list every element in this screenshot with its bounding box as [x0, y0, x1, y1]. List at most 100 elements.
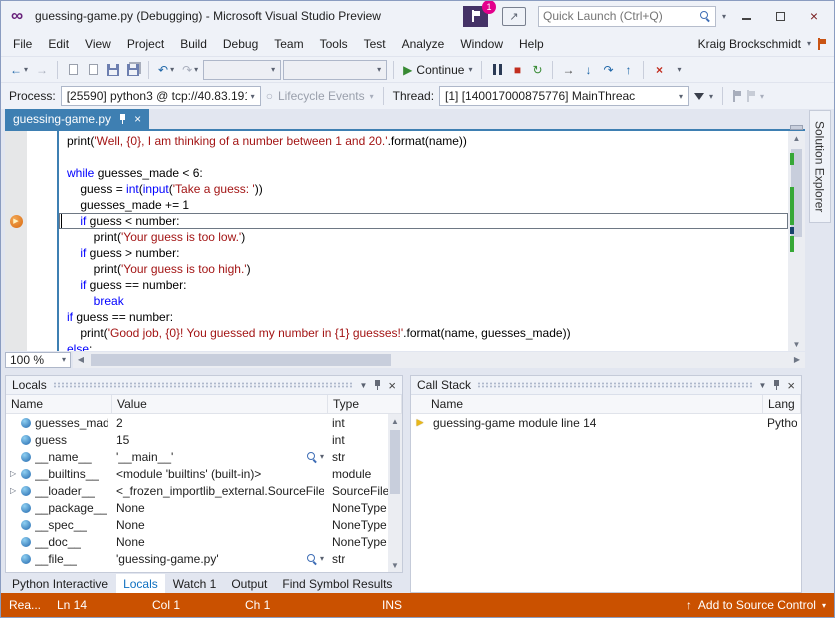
text-visualizer-magnifier-icon[interactable] — [306, 451, 318, 463]
code-line[interactable]: print('Your guess is too low.') — [59, 229, 788, 245]
undo-dropdown-icon[interactable]: ▾ — [170, 65, 174, 74]
new-file-button[interactable] — [64, 59, 82, 81]
scroll-down-icon[interactable]: ▼ — [788, 337, 805, 351]
scroll-left-icon[interactable]: ◀ — [73, 353, 89, 367]
menu-item-debug[interactable]: Debug — [215, 31, 266, 56]
menu-item-team[interactable]: Team — [266, 31, 311, 56]
scroll-right-icon[interactable]: ▶ — [789, 353, 805, 367]
show-next-statement-button[interactable]: → — [559, 59, 577, 81]
breakpoint-margin[interactable]: ▶ — [5, 131, 27, 351]
visualizer-dropdown-icon[interactable]: ▾ — [320, 554, 324, 563]
locals-row[interactable]: guesses_made2int — [6, 414, 402, 431]
menu-item-window[interactable]: Window — [452, 31, 511, 56]
thread-combo[interactable]: [1] [140017000875776] MainThreac ▾ — [439, 86, 689, 106]
menu-item-tools[interactable]: Tools — [312, 31, 356, 56]
editor-vertical-scrollbar[interactable]: ▲ ▼ — [788, 131, 805, 351]
maximize-button[interactable] — [766, 5, 794, 27]
step-over-button[interactable]: ↷ — [599, 59, 617, 81]
account-dropdown-icon[interactable]: ▾ — [807, 39, 811, 48]
panel-tab-find-symbol-results[interactable]: Find Symbol Results — [275, 574, 399, 593]
editor-horizontal-scrollbar[interactable]: ◀ ▶ — [73, 352, 805, 368]
code-area[interactable]: print('Well, {0}, I am thinking of a num… — [57, 131, 788, 351]
breakpoint-margin-cell[interactable] — [5, 181, 27, 197]
breakpoint-margin-cell[interactable] — [5, 245, 27, 261]
breakpoint-margin-cell[interactable] — [5, 229, 27, 245]
expander-icon[interactable]: ▷ — [10, 469, 21, 478]
call-stack-panel-header[interactable]: Call Stack ▼ × — [411, 376, 801, 395]
navigate-back-button[interactable]: ←▾ — [7, 59, 31, 81]
panel-splitter[interactable] — [403, 375, 410, 593]
breakpoint-margin-cell[interactable] — [5, 293, 27, 309]
locals-row[interactable]: __spec__NoneNoneType — [6, 516, 402, 533]
code-line[interactable]: print('Your guess is too high.') — [59, 261, 788, 277]
locals-grid-header[interactable]: Name Value Type — [6, 395, 402, 414]
breakpoint-margin-cell[interactable] — [5, 165, 27, 181]
code-line[interactable]: if guess == number: — [59, 309, 788, 325]
tab-guessing-game[interactable]: guessing-game.py × — [5, 109, 149, 129]
delete-all-breakpoints-button[interactable]: × — [650, 59, 668, 81]
menu-item-view[interactable]: View — [77, 31, 119, 56]
column-header-value[interactable]: Value — [112, 395, 328, 413]
break-all-button[interactable] — [488, 59, 506, 81]
save-button[interactable] — [104, 59, 122, 81]
save-all-button[interactable] — [124, 59, 142, 81]
menu-item-build[interactable]: Build — [172, 31, 215, 56]
horizontal-scroll-thumb[interactable] — [91, 354, 391, 366]
breakpoint-margin-cell[interactable] — [5, 309, 27, 325]
menu-item-project[interactable]: Project — [119, 31, 172, 56]
navigate-back-dropdown-icon[interactable]: ▾ — [24, 65, 28, 74]
close-button[interactable]: × — [800, 5, 828, 27]
visualizer-dropdown-icon[interactable]: ▾ — [320, 452, 324, 461]
continue-button[interactable]: ▶ Continue ▾ — [400, 59, 475, 81]
pin-panel-icon[interactable] — [772, 379, 781, 391]
locals-row[interactable]: __name__'__main__'▾str — [6, 448, 402, 465]
code-line[interactable]: guess = int(input('Take a guess: ')) — [59, 181, 788, 197]
code-line[interactable]: else: — [59, 341, 788, 351]
code-line[interactable]: if guess == number: — [59, 277, 788, 293]
toolbar-overflow-button[interactable]: ▾ — [670, 59, 688, 81]
editor-split-handle[interactable] — [790, 125, 803, 130]
quick-launch-box[interactable] — [538, 6, 716, 27]
window-position-icon[interactable]: ▼ — [359, 381, 367, 390]
configuration-combo[interactable]: ▾ — [203, 60, 281, 80]
locals-scroll-thumb[interactable] — [390, 430, 400, 494]
column-header-name[interactable]: Name — [6, 395, 112, 413]
menu-item-test[interactable]: Test — [356, 31, 394, 56]
locals-row[interactable]: __file__'guessing-game.py'▾str — [6, 550, 402, 567]
platform-combo[interactable]: ▾ — [283, 60, 387, 80]
title-bar[interactable]: ∞ guessing-game.py (Debugging) - Microso… — [1, 1, 834, 31]
filter-dropdown-icon[interactable]: ▾ — [709, 92, 713, 101]
breakpoint-margin-cell[interactable] — [5, 277, 27, 293]
code-line[interactable]: print('Well, {0}, I am thinking of a num… — [59, 133, 788, 149]
restart-button[interactable]: ↻ — [528, 59, 546, 81]
breakpoint-margin-cell[interactable] — [5, 149, 27, 165]
notification-hub-flag-icon[interactable] — [817, 38, 826, 50]
code-line[interactable]: if guess < number: — [59, 213, 788, 229]
procbar-overflow-icon[interactable]: ▾ — [760, 92, 764, 101]
locals-scroll-up-icon[interactable]: ▲ — [388, 414, 402, 428]
breakpoint-margin-cell[interactable] — [5, 197, 27, 213]
source-control-dropdown-icon[interactable]: ▾ — [822, 601, 826, 610]
send-feedback-button[interactable]: ↗ — [502, 7, 526, 26]
breakpoint-margin-cell[interactable] — [5, 341, 27, 357]
breakpoint-margin-cell[interactable] — [5, 261, 27, 277]
code-line[interactable]: if guess > number: — [59, 245, 788, 261]
window-position-icon[interactable]: ▼ — [758, 381, 766, 390]
scroll-up-icon[interactable]: ▲ — [788, 131, 805, 145]
code-editor[interactable]: ▶ print('Well, {0}, I am thinking of a n… — [5, 131, 805, 351]
code-line[interactable]: while guesses_made < 6: — [59, 165, 788, 181]
account-name[interactable]: Kraig Brockschmidt — [698, 37, 801, 51]
call-stack-grid-header[interactable]: Name Lang — [411, 395, 801, 414]
breakpoint-margin-cell[interactable]: ▶ — [5, 213, 27, 229]
locals-panel-header[interactable]: Locals ▼ × — [6, 376, 402, 395]
breakpoint-margin-cell[interactable] — [5, 325, 27, 341]
stop-debugging-button[interactable]: ■ — [508, 59, 526, 81]
locals-row[interactable]: ▷__loader__<_frozen_importlib_external.S… — [6, 482, 402, 499]
step-into-button[interactable]: ↓ — [579, 59, 597, 81]
panel-tab-python-interactive[interactable]: Python Interactive — [5, 574, 115, 593]
locals-row[interactable]: ▷__builtins__<module 'builtins' (built-i… — [6, 465, 402, 482]
locals-scrollbar[interactable]: ▲ ▼ — [388, 414, 402, 572]
code-line[interactable] — [59, 149, 788, 165]
redo-button[interactable]: ↷▾ — [179, 59, 201, 81]
panel-tab-watch-1[interactable]: Watch 1 — [166, 574, 224, 593]
